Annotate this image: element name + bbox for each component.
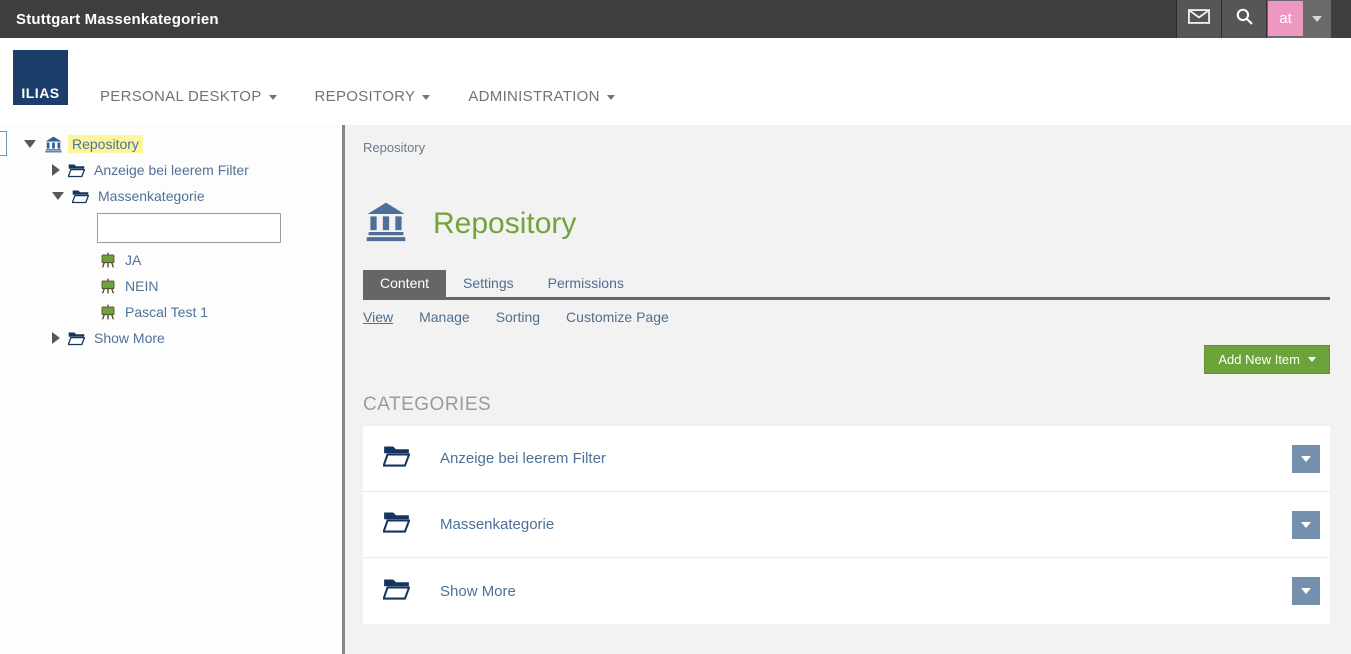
subtab-manage[interactable]: Manage xyxy=(419,309,470,325)
page-body: Repository Anzeige bei leerem Filter Mas… xyxy=(0,125,1351,654)
item-actions-dropdown-button[interactable] xyxy=(1292,577,1320,605)
nav-personal-desktop-label: PERSONAL DESKTOP xyxy=(100,88,262,105)
tree-item-nein: NEIN xyxy=(0,273,342,299)
folder-icon xyxy=(68,163,85,178)
tree-filter-row xyxy=(0,209,342,247)
item-actions-dropdown-button[interactable] xyxy=(1292,511,1320,539)
chevron-down-icon xyxy=(607,95,615,100)
course-icon xyxy=(100,304,116,320)
categories-section-title: CATEGORIES xyxy=(363,394,1330,416)
user-menu-button[interactable]: at xyxy=(1266,0,1331,38)
chevron-down-icon xyxy=(1301,588,1311,594)
tree-item-massenkategorie-label[interactable]: Massenkategorie xyxy=(94,187,209,205)
tab-permissions[interactable]: Permissions xyxy=(531,270,641,297)
folder-icon xyxy=(72,189,89,204)
tree-sidebar: Repository Anzeige bei leerem Filter Mas… xyxy=(0,125,345,654)
ilias-logo[interactable]: ILIAS xyxy=(13,50,68,105)
breadcrumb-repository-link[interactable]: Repository xyxy=(363,140,425,155)
list-item-anzeige: Anzeige bei leerem Filter xyxy=(363,426,1330,492)
list-item-anzeige-link[interactable]: Anzeige bei leerem Filter xyxy=(440,450,1292,467)
avatar: at xyxy=(1268,1,1303,36)
chevron-down-icon xyxy=(1301,456,1311,462)
nav-repository-label: REPOSITORY xyxy=(315,88,416,105)
folder-icon xyxy=(383,444,410,473)
search-icon xyxy=(1235,7,1254,31)
action-button-row: Add New Item xyxy=(363,345,1330,374)
course-icon xyxy=(100,278,116,294)
categories-list: Anzeige bei leerem Filter Massenkategori… xyxy=(363,426,1330,624)
tree-item-nein-label[interactable]: NEIN xyxy=(121,277,162,295)
chevron-down-icon xyxy=(1301,522,1311,528)
chevron-down-icon xyxy=(1308,357,1316,362)
nav-administration[interactable]: ADMINISTRATION xyxy=(468,88,614,105)
subtab-bar: View Manage Sorting Customize Page xyxy=(363,309,1330,325)
collapse-arrow-icon[interactable] xyxy=(52,164,60,176)
bank-icon xyxy=(44,135,63,154)
tree-item-ja: JA xyxy=(0,247,342,273)
list-item-show-more: Show More xyxy=(363,558,1330,624)
tree-item-anzeige-label[interactable]: Anzeige bei leerem Filter xyxy=(90,161,253,179)
tree-item-massenkategorie: Massenkategorie xyxy=(0,183,342,209)
bank-icon xyxy=(363,199,409,248)
nav-administration-label: ADMINISTRATION xyxy=(468,88,599,105)
ilias-logo-text: ILIAS xyxy=(21,85,59,101)
tree-item-anzeige: Anzeige bei leerem Filter xyxy=(0,157,342,183)
header: ILIAS PERSONAL DESKTOP REPOSITORY ADMINI… xyxy=(0,38,1351,125)
item-actions-dropdown-button[interactable] xyxy=(1292,445,1320,473)
tree-item-show-more-label[interactable]: Show More xyxy=(90,329,169,347)
breadcrumb: Repository xyxy=(363,140,1330,155)
tab-content[interactable]: Content xyxy=(363,270,446,297)
mail-icon xyxy=(1188,9,1210,29)
main-content: Repository Repository Content Settings P… xyxy=(345,125,1351,654)
tree-item-ja-label[interactable]: JA xyxy=(121,251,145,269)
subtab-customize-page[interactable]: Customize Page xyxy=(566,309,669,325)
folder-icon xyxy=(68,331,85,346)
tree-collapse-handle[interactable] xyxy=(0,131,7,156)
topbar: Stuttgart Massenkategorien at xyxy=(0,0,1351,38)
tab-bar: Content Settings Permissions xyxy=(363,270,1330,300)
add-new-item-label: Add New Item xyxy=(1218,352,1300,367)
folder-icon xyxy=(383,510,410,539)
expand-arrow-icon[interactable] xyxy=(24,140,36,148)
tree-filter-input[interactable] xyxy=(97,213,281,243)
topbar-controls: at xyxy=(1176,0,1331,38)
chevron-down-icon xyxy=(269,95,277,100)
tree-item-pascal-test-1-label[interactable]: Pascal Test 1 xyxy=(121,303,212,321)
title-row: Repository xyxy=(363,199,1330,248)
search-button[interactable] xyxy=(1221,0,1266,38)
page-title: Repository xyxy=(433,207,576,241)
tree-item-pascal-test-1: Pascal Test 1 xyxy=(0,299,342,325)
course-icon xyxy=(100,252,116,268)
tree-item-repository: Repository xyxy=(0,131,342,157)
list-item-massenkategorie-link[interactable]: Massenkategorie xyxy=(440,516,1292,533)
main-navigation: PERSONAL DESKTOP REPOSITORY ADMINISTRATI… xyxy=(100,88,615,105)
tree-item-repository-label[interactable]: Repository xyxy=(68,135,143,153)
chevron-down-icon xyxy=(422,95,430,100)
list-item-show-more-link[interactable]: Show More xyxy=(440,583,1292,600)
subtab-view[interactable]: View xyxy=(363,309,393,325)
mail-button[interactable] xyxy=(1176,0,1221,38)
add-new-item-button[interactable]: Add New Item xyxy=(1204,345,1330,374)
user-menu-caret-icon xyxy=(1312,16,1322,22)
nav-repository[interactable]: REPOSITORY xyxy=(315,88,431,105)
window-title: Stuttgart Massenkategorien xyxy=(16,11,219,28)
nav-personal-desktop[interactable]: PERSONAL DESKTOP xyxy=(100,88,277,105)
folder-icon xyxy=(383,577,410,606)
tab-settings[interactable]: Settings xyxy=(446,270,531,297)
list-item-massenkategorie: Massenkategorie xyxy=(363,492,1330,558)
tree-item-show-more: Show More xyxy=(0,325,342,351)
subtab-sorting[interactable]: Sorting xyxy=(496,309,540,325)
expand-arrow-icon[interactable] xyxy=(52,192,64,200)
collapse-arrow-icon[interactable] xyxy=(52,332,60,344)
